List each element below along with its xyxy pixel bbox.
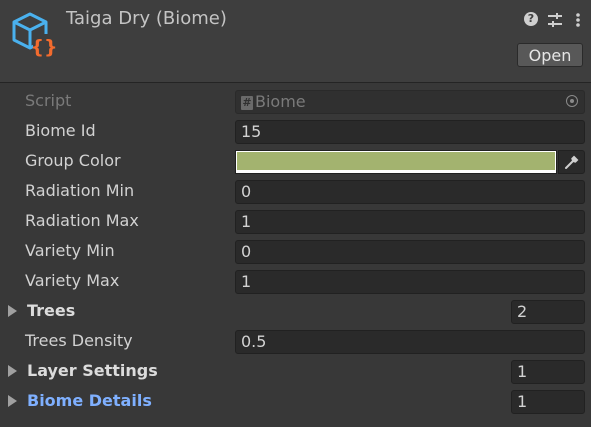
biome-details-label[interactable]: Biome Details: [27, 391, 152, 410]
biome-id-label: Biome Id: [25, 121, 96, 140]
radiation-max-input[interactable]: 1: [235, 210, 585, 234]
variety-min-input[interactable]: 0: [235, 240, 585, 264]
group-color-field[interactable]: [235, 150, 557, 174]
trees-density-label: Trees Density: [25, 331, 133, 350]
trees-density-row: Trees Density 0.5: [0, 326, 591, 356]
layer-settings-foldout-arrow-icon[interactable]: [8, 365, 17, 377]
biome-id-input[interactable]: 15: [235, 120, 585, 144]
biome-details-foldout-arrow-icon[interactable]: [8, 395, 17, 407]
variety-max-input[interactable]: 1: [235, 270, 585, 294]
kebab-menu-icon[interactable]: [574, 12, 582, 28]
variety-max-label: Variety Max: [25, 271, 120, 290]
trees-label[interactable]: Trees: [27, 301, 75, 320]
radiation-max-row: Radiation Max 1: [0, 206, 591, 236]
scriptable-object-icon: {}: [12, 12, 57, 58]
eyedropper-icon: [565, 155, 579, 169]
biome-id-row: Biome Id 15: [0, 116, 591, 146]
script-label: Script: [25, 91, 72, 110]
radiation-min-label: Radiation Min: [25, 181, 135, 200]
layer-settings-row[interactable]: Layer Settings 1: [0, 356, 591, 386]
group-color-swatch[interactable]: [237, 152, 555, 170]
eyedropper-button[interactable]: [558, 150, 585, 174]
trees-density-input[interactable]: 0.5: [235, 330, 585, 354]
script-object-field: # Biome: [235, 90, 585, 114]
group-color-row: Group Color: [0, 146, 591, 176]
group-color-label: Group Color: [25, 151, 121, 170]
radiation-min-input[interactable]: 0: [235, 180, 585, 204]
script-row: Script # Biome: [0, 86, 591, 116]
inspector-header: {} Taiga Dry (Biome) ? Open: [0, 0, 591, 83]
trees-foldout-arrow-icon[interactable]: [8, 305, 17, 317]
help-icon[interactable]: ?: [524, 12, 538, 26]
csharp-script-icon: #: [241, 95, 253, 110]
radiation-max-label: Radiation Max: [25, 211, 139, 230]
asset-title: Taiga Dry (Biome): [66, 8, 227, 29]
trees-size-input[interactable]: 2: [511, 300, 585, 324]
layer-settings-label[interactable]: Layer Settings: [27, 361, 158, 380]
biome-details-row[interactable]: Biome Details 1: [0, 386, 591, 416]
object-picker-icon: [566, 95, 578, 107]
variety-min-label: Variety Min: [25, 241, 115, 260]
variety-max-row: Variety Max 1: [0, 266, 591, 296]
open-button[interactable]: Open: [517, 43, 583, 67]
script-value: Biome: [255, 92, 306, 111]
presets-icon[interactable]: [547, 12, 563, 28]
variety-min-row: Variety Min 0: [0, 236, 591, 266]
layer-settings-size-input[interactable]: 1: [511, 360, 585, 384]
svg-text:{}: {}: [30, 36, 57, 58]
trees-row[interactable]: Trees 2: [0, 296, 591, 326]
radiation-min-row: Radiation Min 0: [0, 176, 591, 206]
biome-details-size-input[interactable]: 1: [511, 390, 585, 414]
